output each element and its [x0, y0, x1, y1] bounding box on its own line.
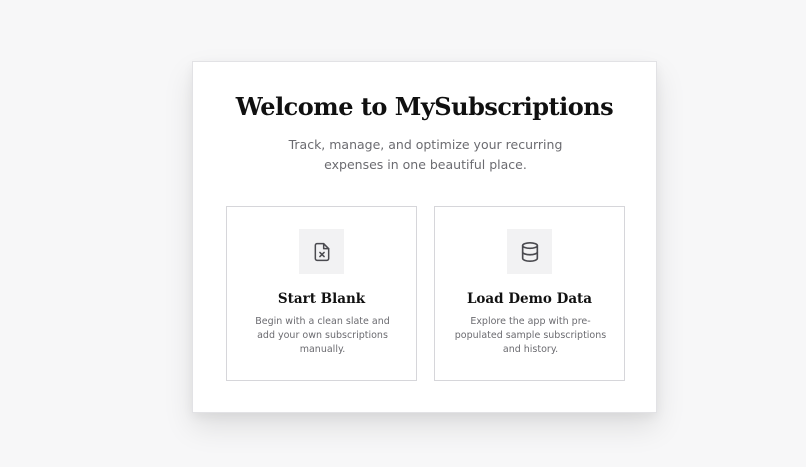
start-blank-description: Begin with a clean slate and add your ow…: [255, 316, 390, 355]
load-demo-title: Load Demo Data: [466, 291, 593, 307]
welcome-title: Welcome to MySubscriptions: [235, 92, 614, 121]
file-x-icon: [314, 242, 329, 261]
load-demo-icon-box: [507, 229, 552, 274]
database-icon: [521, 241, 538, 262]
welcome-subtitle: Track, manage, and optimize your recurri…: [288, 137, 563, 172]
load-demo-description: Explore the app with pre-populated sampl…: [454, 316, 607, 355]
load-demo-data-option[interactable]: Load Demo Data Explore the app with pre-…: [434, 206, 625, 381]
start-blank-icon-box: [299, 229, 344, 274]
start-blank-option[interactable]: Start Blank Begin with a clean slate and…: [226, 206, 417, 381]
welcome-dialog: Welcome to MySubscriptions Track, manage…: [192, 61, 657, 413]
start-blank-title: Start Blank: [277, 291, 366, 307]
